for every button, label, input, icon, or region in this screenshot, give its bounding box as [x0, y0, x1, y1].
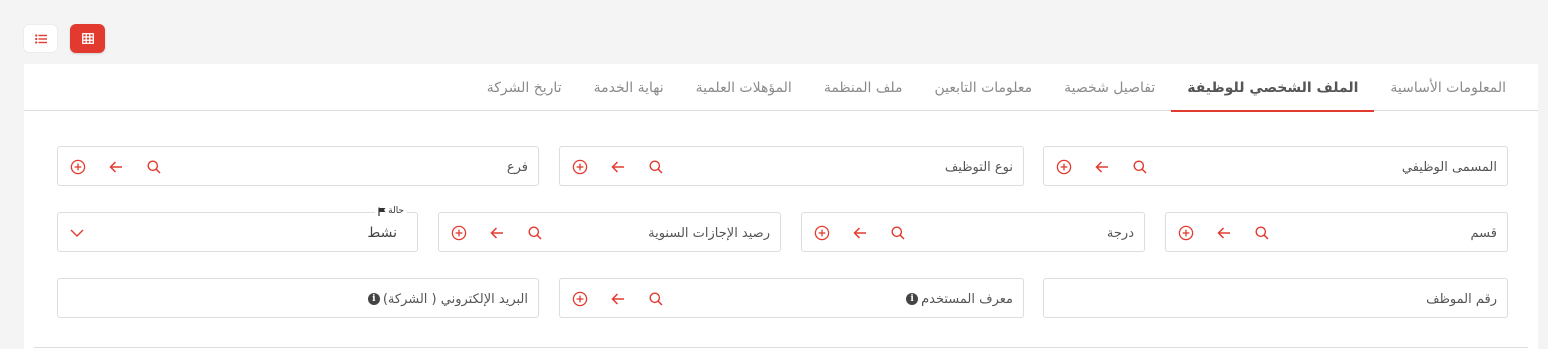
employee-form-card: المعلومات الأساسية الملف الشخصي للوظيفة … — [24, 64, 1538, 349]
company-email-field[interactable]: البريد الإلكتروني ( الشركة) i — [57, 278, 539, 318]
status-select[interactable]: حالة نشط — [57, 206, 418, 253]
company-email-label-wrap: البريد الإلكتروني ( الشركة) i — [367, 279, 528, 319]
add-circle-icon[interactable] — [572, 291, 588, 307]
employee-number-field[interactable]: رقم الموظف — [1043, 278, 1508, 318]
employee-number-label: رقم الموظف — [1426, 291, 1497, 307]
arrow-left-icon[interactable] — [1094, 159, 1110, 175]
tab-basic-info[interactable]: المعلومات الأساسية — [1374, 64, 1522, 111]
job-title-field[interactable]: المسمى الوظيفي — [1043, 146, 1508, 186]
annual-leave-balance-field[interactable]: رصيد الإجازات السنوية — [438, 212, 781, 252]
arrow-left-icon[interactable] — [1216, 225, 1232, 241]
info-icon: i — [367, 293, 380, 305]
field-actions — [70, 147, 162, 187]
department-field[interactable]: قسم — [1165, 212, 1508, 252]
arrow-left-icon[interactable] — [610, 159, 626, 175]
search-icon[interactable] — [648, 159, 664, 175]
tab-job-profile[interactable]: الملف الشخصي للوظيفة — [1171, 64, 1375, 112]
tab-bar: المعلومات الأساسية الملف الشخصي للوظيفة … — [24, 64, 1538, 112]
add-circle-icon[interactable] — [572, 159, 588, 175]
job-title-label: المسمى الوظيفي — [1401, 159, 1497, 175]
search-icon[interactable] — [1132, 159, 1148, 175]
add-circle-icon[interactable] — [1056, 159, 1072, 175]
user-id-field[interactable]: معرف المستخدم i — [559, 278, 1024, 318]
branch-label: فرع — [506, 159, 528, 175]
tab-company-history[interactable]: تاريخ الشركة — [471, 64, 578, 111]
search-icon[interactable] — [146, 159, 162, 175]
chevron-down-icon[interactable] — [70, 213, 84, 253]
divider — [34, 347, 1528, 348]
field-actions — [572, 147, 664, 187]
status-value: نشط — [367, 225, 397, 241]
add-circle-icon[interactable] — [814, 225, 830, 241]
field-actions — [1178, 213, 1270, 253]
info-icon: i — [906, 293, 919, 305]
annual-leave-balance-label: رصيد الإجازات السنوية — [648, 225, 770, 241]
list-icon — [34, 29, 47, 48]
search-icon[interactable] — [648, 291, 664, 307]
field-actions — [1056, 147, 1148, 187]
search-icon[interactable] — [1254, 225, 1270, 241]
employment-type-label: نوع التوظيف — [944, 159, 1013, 175]
grade-field[interactable]: درجة — [801, 212, 1145, 252]
branch-field[interactable]: فرع — [57, 146, 539, 186]
tab-organization-profile[interactable]: ملف المنظمة — [808, 64, 919, 111]
user-id-label: معرف المستخدم — [921, 291, 1013, 307]
field-actions — [572, 279, 664, 319]
arrow-left-icon[interactable] — [489, 225, 505, 241]
add-circle-icon[interactable] — [451, 225, 467, 241]
add-circle-icon[interactable] — [70, 159, 86, 175]
grade-label: درجة — [1106, 225, 1134, 241]
tab-end-of-service[interactable]: نهاية الخدمة — [578, 64, 680, 111]
tab-personal-details[interactable]: تفاصيل شخصية — [1048, 64, 1171, 111]
search-icon[interactable] — [527, 225, 543, 241]
arrow-left-icon[interactable] — [852, 225, 868, 241]
user-id-label-wrap: معرف المستخدم i — [906, 279, 1013, 319]
grid-view-button[interactable] — [70, 24, 105, 53]
department-label: قسم — [1470, 225, 1497, 241]
arrow-left-icon[interactable] — [108, 159, 124, 175]
list-view-button[interactable] — [23, 24, 58, 53]
tab-qualifications[interactable]: المؤهلات العلمية — [680, 64, 808, 111]
search-icon[interactable] — [890, 225, 906, 241]
tab-dependents[interactable]: معلومات التابعين — [918, 64, 1048, 111]
employment-type-field[interactable]: نوع التوظيف — [559, 146, 1024, 186]
field-actions — [451, 213, 543, 253]
add-circle-icon[interactable] — [1178, 225, 1194, 241]
field-actions — [814, 213, 906, 253]
company-email-label: البريد الإلكتروني ( الشركة) — [382, 291, 528, 307]
arrow-left-icon[interactable] — [610, 291, 626, 307]
grid-icon — [81, 29, 94, 48]
